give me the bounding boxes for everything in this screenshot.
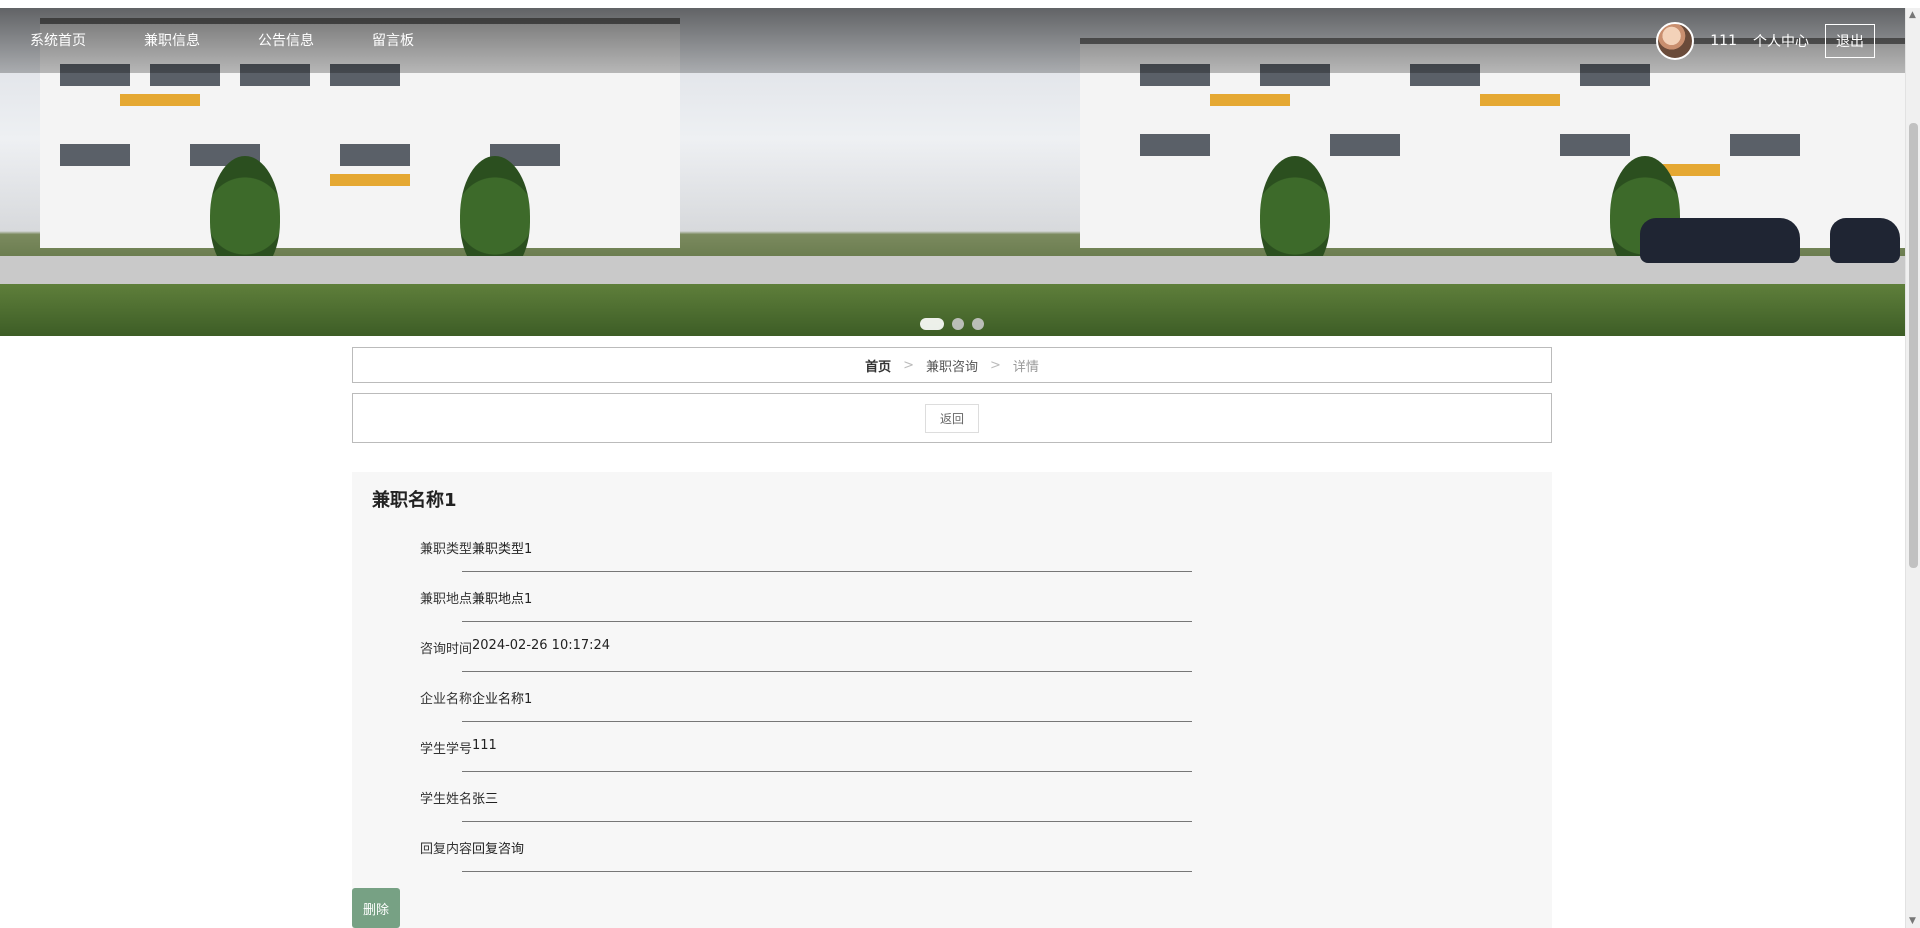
nav-item-jobs[interactable]: 兼职信息 (144, 30, 200, 50)
top-navbar: 系统首页 兼职信息 公告信息 留言板 111 个人中心 退出 (0, 8, 1905, 73)
nav-item-home[interactable]: 系统首页 (30, 30, 86, 50)
username: 111 (1710, 33, 1737, 49)
nav-item-announcements[interactable]: 公告信息 (258, 30, 314, 50)
carousel-dot-3[interactable] (972, 318, 984, 330)
detail-panel: 兼职名称1 兼职类型 兼职类型1 兼职地点 兼职地点1 咨询时间 2024-02… (352, 472, 1552, 928)
delete-button[interactable]: 删除 (352, 888, 400, 928)
car (1830, 218, 1900, 263)
field-label: 兼职类型 (419, 542, 472, 557)
profile-link[interactable]: 个人中心 (1753, 31, 1809, 51)
field-row-job-location: 兼职地点 兼职地点1 (352, 572, 1192, 622)
field-label: 兼职地点 (419, 592, 472, 607)
detail-title: 兼职名称1 (372, 490, 457, 511)
scroll-thumb[interactable] (1909, 123, 1918, 568)
field-value: 张三 (462, 778, 1192, 822)
breadcrumb-separator: > (903, 357, 914, 373)
field-label: 咨询时间 (419, 642, 472, 657)
field-value: 兼职类型1 (462, 528, 1192, 572)
field-row-reply: 回复内容 回复咨询 (352, 822, 1192, 872)
nav-item-message-board[interactable]: 留言板 (372, 30, 414, 50)
scroll-up-icon[interactable]: ▲ (1909, 10, 1916, 20)
field-row-job-type: 兼职类型 兼职类型1 (352, 522, 1192, 572)
field-value: 企业名称1 (462, 678, 1192, 722)
back-button[interactable]: 返回 (924, 403, 979, 433)
carousel-indicators (920, 318, 984, 330)
breadcrumb-section[interactable]: 兼职咨询 (926, 356, 978, 375)
breadcrumb-separator: > (990, 357, 1001, 373)
field-row-student-id: 学生学号 111 (352, 722, 1192, 772)
field-label: 企业名称 (419, 692, 472, 707)
breadcrumb-current: 详情 (1012, 359, 1039, 375)
field-row-student-name: 学生姓名 张三 (352, 772, 1192, 822)
breadcrumb-home[interactable]: 首页 (865, 356, 891, 375)
field-value: 回复咨询 (462, 828, 1192, 872)
field-row-consult-time: 咨询时间 2024-02-26 10:17:24 (352, 622, 1192, 672)
carousel-dot-2[interactable] (952, 318, 964, 330)
logout-button[interactable]: 退出 (1825, 24, 1875, 58)
field-label: 学生姓名 (419, 792, 472, 807)
user-area: 111 个人中心 退出 (1656, 22, 1875, 60)
scroll-down-icon[interactable]: ▼ (1909, 916, 1916, 926)
breadcrumb: 首页 > 兼职咨询 > 详情 (352, 347, 1552, 383)
road (0, 256, 1905, 284)
field-label: 学生学号 (419, 742, 472, 757)
back-bar: 返回 (352, 393, 1552, 443)
scrollbar[interactable]: ▲ ▼ (1905, 8, 1920, 928)
car (1640, 218, 1800, 263)
field-label: 回复内容 (419, 842, 472, 857)
field-value: 111 (462, 728, 1192, 772)
field-value: 2024-02-26 10:17:24 (462, 628, 1192, 672)
carousel-dot-1[interactable] (920, 318, 944, 330)
field-row-company: 企业名称 企业名称1 (352, 672, 1192, 722)
main-nav: 系统首页 兼职信息 公告信息 留言板 (30, 30, 414, 50)
avatar[interactable] (1656, 22, 1695, 60)
field-value: 兼职地点1 (462, 578, 1192, 622)
